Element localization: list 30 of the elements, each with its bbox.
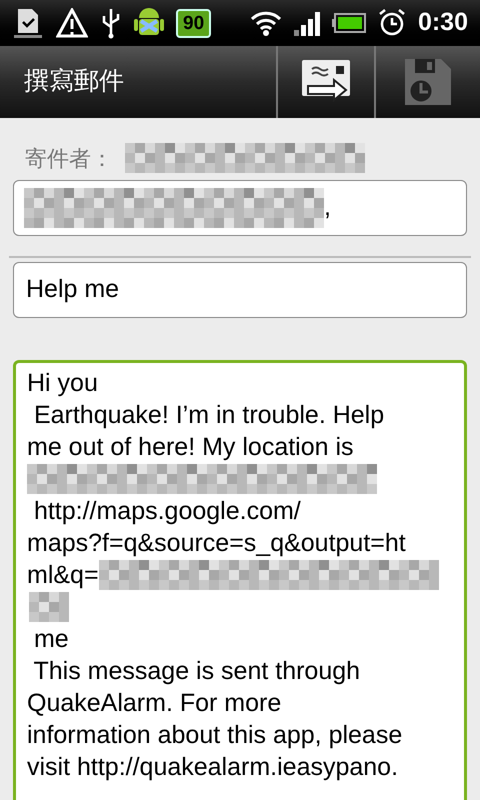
message-line: http://maps.google.com/ (32, 496, 302, 527)
sender-label: 寄件者： (25, 144, 113, 172)
message-line: QuakeAlarm. For more (27, 688, 282, 719)
battery-level-badge: 90 (176, 8, 212, 38)
message-line: information about this app, please (27, 720, 404, 751)
clock-time: 0:30 (418, 7, 468, 38)
battery-icon (332, 13, 366, 33)
message-line: visit http://quakealarm.ieasypano. (27, 752, 400, 783)
subject-field[interactable]: Help me (13, 262, 467, 318)
usb-icon (100, 7, 122, 39)
download-done-icon (12, 7, 44, 39)
subject-text: Help me (26, 274, 120, 306)
alarm-clock-icon (378, 8, 406, 38)
message-line: This message is sent through (32, 656, 362, 687)
message-line: me out of here! My location is (27, 432, 355, 463)
recipient-field[interactable]: , (13, 180, 467, 236)
signal-icon (294, 10, 320, 36)
send-mail-icon (302, 60, 350, 104)
message-line: Earthquake! I’m in trouble. Help (32, 400, 386, 431)
warning-icon (56, 8, 88, 38)
message-line: me (32, 624, 70, 655)
message-line: maps?f=q&source=s_q&output=ht (27, 528, 407, 559)
message-body-field[interactable] (13, 360, 467, 800)
floppy-clock-icon (405, 59, 451, 105)
redacted-coordinates (29, 592, 69, 622)
wifi-icon (250, 10, 282, 36)
message-line: Hi you (27, 368, 99, 399)
recipient-separator: , (324, 192, 331, 224)
message-line: ml&q= (27, 560, 99, 591)
screen-title: 撰寫郵件 (23, 66, 125, 98)
